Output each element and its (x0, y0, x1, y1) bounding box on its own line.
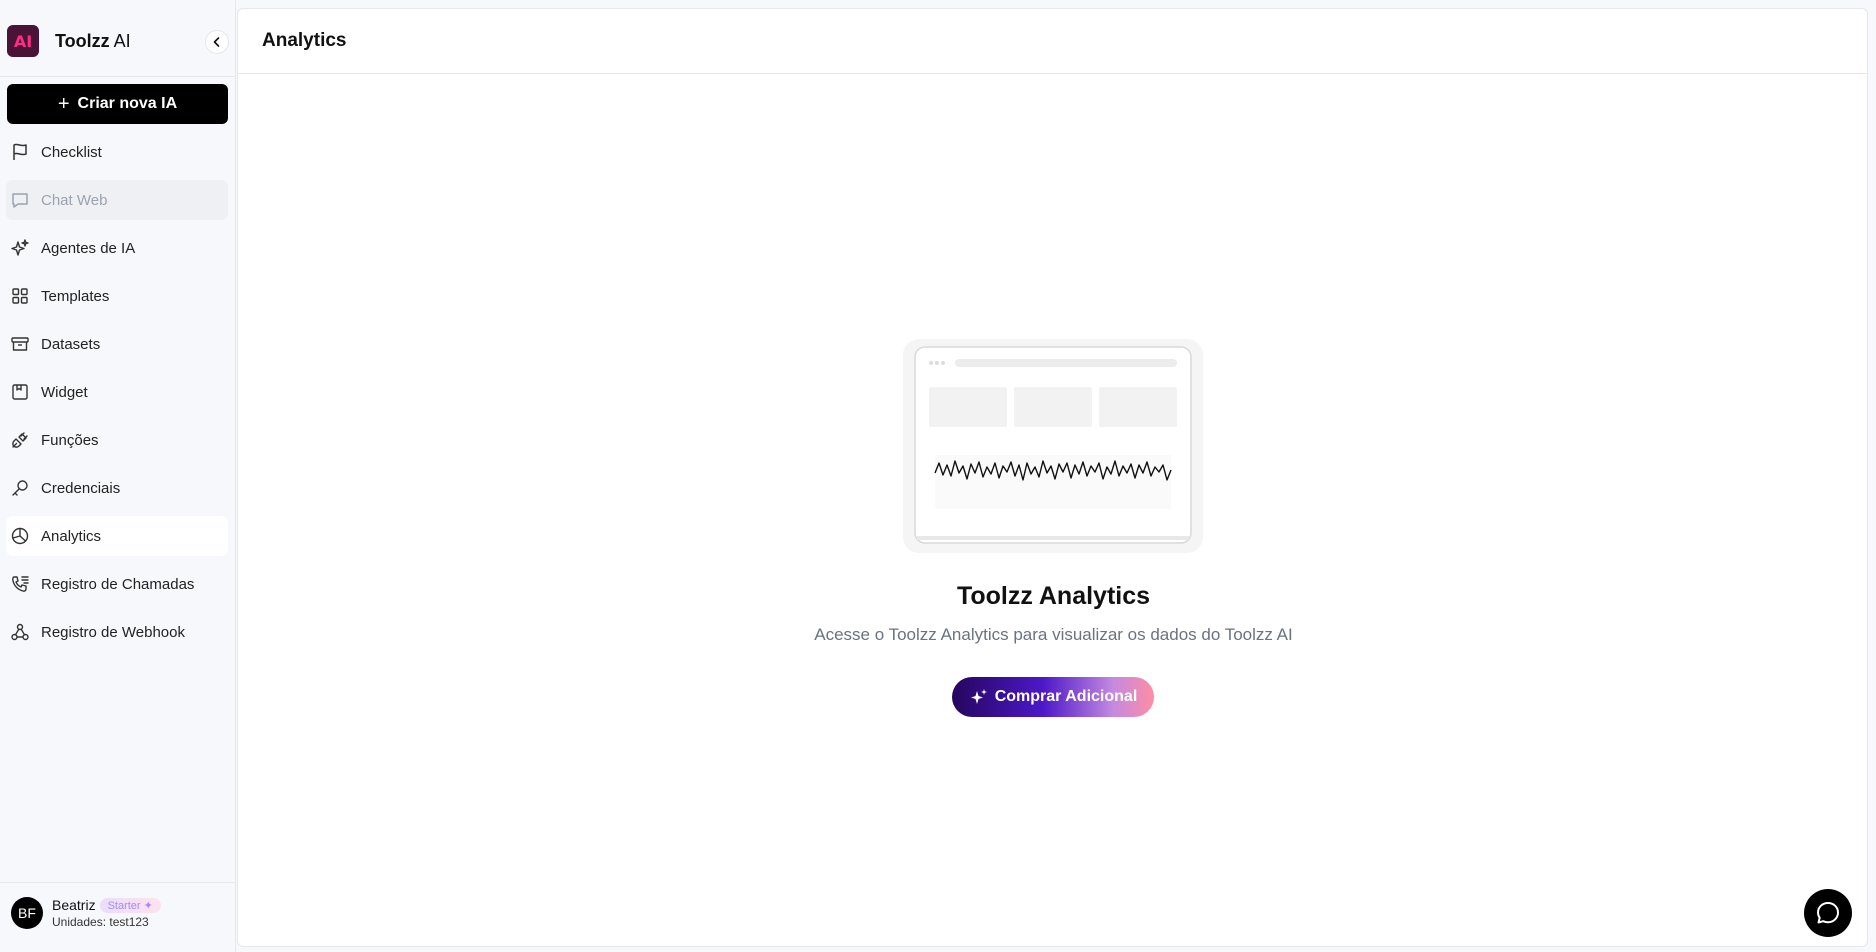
buy-addon-button[interactable]: Comprar Adicional (952, 677, 1154, 717)
sidebar-item-registro-de-chamadas[interactable]: Registro de Chamadas (6, 564, 228, 604)
sidebar-item-chat-web[interactable]: Chat Web (6, 180, 228, 220)
user-divider (0, 882, 236, 883)
sidebar-item-datasets[interactable]: Datasets (6, 324, 228, 364)
collapse-sidebar-button[interactable] (205, 30, 229, 54)
sidebar-item-label: Checklist (41, 143, 102, 161)
sidebar-item-label: Chat Web (41, 191, 108, 209)
sidebar-item-funcoes[interactable]: Funções (6, 420, 228, 460)
webhook-icon (9, 621, 31, 643)
avatar: BF (11, 897, 43, 929)
sidebar-item-agentes-de-ia[interactable]: Agentes de IA (6, 228, 228, 268)
plan-badge: Starter ✦ (99, 897, 161, 913)
brand: AI Toolzz AI (7, 24, 229, 58)
pie-chart-icon (9, 525, 31, 547)
brand-logo: AI (7, 25, 39, 57)
sidebar-item-credenciais[interactable]: Credenciais (6, 468, 228, 508)
sparkle-icon: ✦ (143, 899, 153, 912)
sidebar-item-registro-de-webhook[interactable]: Registro de Webhook (6, 612, 228, 652)
buy-addon-label: Comprar Adicional (994, 688, 1138, 705)
chat-icon (9, 189, 31, 211)
main-panel: Analytics Toolzz Analytics Acesse o Tool… (237, 8, 1868, 947)
sidebar: AI Toolzz AI + Criar nova IA Checklist C… (0, 0, 236, 952)
sidebar-item-templates[interactable]: Templates (6, 276, 228, 316)
sidebar-item-checklist[interactable]: Checklist (6, 132, 228, 172)
user-name: Beatriz (52, 897, 96, 913)
sidebar-item-label: Widget (41, 383, 88, 401)
sidebar-item-label: Credenciais (41, 479, 121, 497)
sidebar-item-label: Agentes de IA (41, 239, 136, 257)
sidebar-item-label: Analytics (41, 527, 102, 545)
key-icon (9, 477, 31, 499)
sidebar-item-label: Funções (41, 431, 99, 449)
empty-state-subtitle: Acesse o Toolzz Analytics para visualiza… (814, 625, 1293, 644)
sparkles-icon (969, 687, 989, 707)
plug-icon (9, 429, 31, 451)
empty-state-title: Toolzz Analytics (956, 582, 1151, 610)
sparkles-icon (9, 237, 31, 259)
sidebar-item-label: Templates (41, 287, 110, 305)
user-info: Beatriz Starter ✦ Unidades: test123 (52, 897, 161, 929)
create-ia-button[interactable]: + Criar nova IA (7, 84, 228, 124)
sidebar-divider (0, 76, 236, 77)
user-profile[interactable]: BF Beatriz Starter ✦ Unidades: test123 (11, 897, 161, 929)
analytics-illustration (903, 339, 1203, 553)
brand-name: Toolzz AI (55, 30, 131, 51)
main-header: Analytics (238, 9, 1867, 74)
chat-support-button[interactable] (1804, 889, 1852, 937)
sidebar-item-widget[interactable]: Widget (6, 372, 228, 412)
chat-bubble-icon (1817, 902, 1839, 924)
plus-icon: + (57, 93, 70, 115)
sidebar-item-label: Datasets (41, 335, 101, 353)
sidebar-item-analytics[interactable]: Analytics (6, 516, 228, 556)
page-title: Analytics (262, 30, 347, 51)
sidebar-item-label: Registro de Webhook (41, 623, 185, 641)
sidebar-item-label: Registro de Chamadas (41, 575, 195, 593)
phone-list-icon (9, 573, 31, 595)
archive-icon (9, 333, 31, 355)
flag-icon (9, 141, 31, 163)
grid-icon (9, 285, 31, 307)
widget-icon (9, 381, 31, 403)
chevron-left-icon (213, 37, 220, 47)
sidebar-nav: Checklist Chat Web Agentes de IA Templat… (6, 132, 228, 660)
create-ia-label: Criar nova IA (77, 95, 178, 112)
user-units: Unidades: test123 (52, 915, 149, 929)
